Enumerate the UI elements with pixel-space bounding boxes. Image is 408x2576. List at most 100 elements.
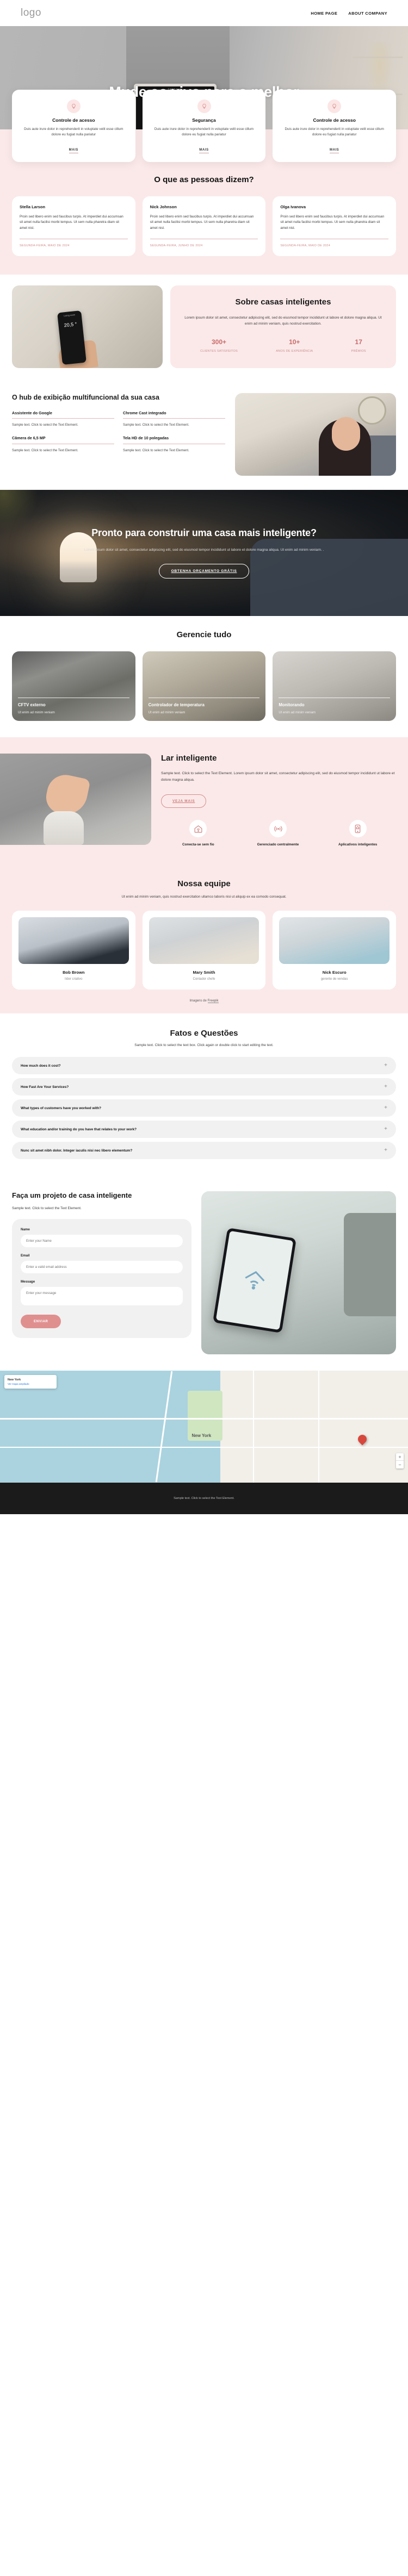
nav-item-about-company[interactable]: ABOUT COMPANY [348, 11, 387, 16]
faq-item[interactable]: What education and/or training do you ha… [12, 1121, 396, 1138]
faq-item[interactable]: How Fast Are Your Services? + [12, 1078, 396, 1096]
feature-card[interactable]: Segurança Duis aute irure dolor in repre… [142, 90, 266, 162]
manage-card[interactable]: CFTV externo Ut enim ad minim veniam [12, 651, 135, 721]
avatar [149, 917, 259, 965]
feature-card-more-link[interactable]: MAIS [69, 148, 79, 153]
plus-icon[interactable]: + [384, 1105, 387, 1111]
testimonials-title: O que as pessoas dizem? [154, 175, 254, 184]
avatar [279, 917, 390, 965]
testimonial-text: Proin sed libero enim sed faucibus turpi… [280, 214, 385, 231]
manage-card[interactable]: Monitorando Ut enim ad minim veniam [273, 651, 397, 721]
phone-home-icon [349, 820, 367, 838]
email-field-group: Email [21, 1254, 183, 1273]
cta-text: Lorem ipsum dolor sit amet, consectetur … [84, 547, 324, 552]
map-city-label: New York [191, 1433, 212, 1439]
hub-feature-text: Sample text. Click to select the Text El… [123, 423, 189, 427]
map-info-panel[interactable]: New York Ver mapa ampliado [4, 1375, 57, 1389]
name-input[interactable] [21, 1234, 183, 1247]
hub-feature-text: Sample text. Click to select the Text El… [123, 448, 189, 452]
name-field-label: Name [21, 1227, 30, 1231]
feature-card-text: Duis aute irure dolor in reprehenderit i… [24, 127, 123, 137]
about-text: Lorem ipsum dolor sit amet, consectetur … [184, 315, 382, 326]
team-member-list: Bob Brown líder criativo Mary Smith Cont… [0, 911, 408, 990]
hub-feature-title: Câmera de 6,5 MP [12, 435, 46, 441]
lightbulb-icon [66, 99, 81, 113]
manage-card-text: Ut enim ad minim veniam [148, 711, 186, 714]
cta-fern-decoration [0, 489, 38, 533]
hub-face-decoration [332, 416, 360, 451]
map-section[interactable]: New York New York Ver mapa ampliado + − [0, 1371, 408, 1483]
landing-page: logo HOME PAGE ABOUT COMPANY Living room… [0, 0, 408, 1515]
map-panel-title: New York [8, 1378, 21, 1382]
smart-home-icon-item: Gerenciado centralmente [241, 820, 316, 847]
manage-card-list: CFTV externo Ut enim ad minim veniam Con… [0, 651, 408, 721]
faq-item[interactable]: How much does it cost? + [12, 1057, 396, 1075]
about-text-card: Sobre casas inteligentes Lorem ipsum dol… [170, 285, 396, 368]
nav-item-home-page[interactable]: HOME PAGE [311, 11, 337, 16]
hub-mirror-decoration [358, 396, 386, 425]
image-credit: Imagens de Freepik [0, 990, 408, 1004]
hub-feature-text: Sample text. Click to select the Text El… [12, 423, 78, 427]
manage-section: Gerencie tudo CFTV externo Ut enim ad mi… [0, 615, 408, 737]
faq-item[interactable]: Nunc sit amet nibh dolor. Integer iaculi… [12, 1142, 396, 1160]
manage-card-title: Monitorando [279, 702, 305, 708]
features-section: Controle de acesso Duis aute irure dolor… [0, 90, 408, 172]
team-section: Nossa equipe Ut enim ad minim veniam, qu… [0, 864, 408, 1014]
plus-icon[interactable]: + [384, 1063, 387, 1068]
team-member-role: gerente de vendas [320, 978, 348, 981]
email-input[interactable] [21, 1260, 183, 1273]
contact-photo [201, 1191, 396, 1355]
site-header: logo HOME PAGE ABOUT COMPANY [0, 0, 408, 26]
map-panel-link[interactable]: Ver mapa ampliado [8, 1383, 53, 1385]
testimonial-card: Nick Johnson Proin sed libero enim sed f… [142, 196, 266, 256]
footer-text: Sample text. Click to select the Text El… [174, 1497, 234, 1501]
feature-card-title: Segurança [192, 117, 216, 123]
smart-home-icon-label: Aplicativos inteligentes [338, 843, 378, 847]
hub-feature-title: Assistente do Google [12, 410, 52, 416]
map-zoom-controls[interactable]: + − [396, 1453, 404, 1469]
feature-card-text: Duis aute irure dolor in reprehenderit i… [285, 127, 384, 137]
about-phone-room-label: Living room [64, 313, 76, 318]
message-input[interactable] [21, 1286, 183, 1305]
about-title: Sobre casas inteligentes [235, 297, 331, 307]
map-zoom-in-button[interactable]: + [396, 1453, 404, 1461]
faq-item[interactable]: What types of customers have you worked … [12, 1099, 396, 1117]
faq-question: Nunc sit amet nibh dolor. Integer iaculi… [21, 1148, 133, 1153]
feature-card[interactable]: Controle de acesso Duis aute irure dolor… [273, 90, 397, 162]
plus-icon[interactable]: + [384, 1084, 387, 1090]
map-road [253, 1371, 254, 1483]
contact-form: Name Email Message ENVIAR [12, 1218, 191, 1338]
feature-card-more-link[interactable]: MAIS [199, 148, 209, 153]
testimonial-card: Stella Larson Proin sed libero enim sed … [12, 196, 135, 256]
team-title: Nossa equipe [177, 879, 231, 888]
plus-icon[interactable]: + [384, 1127, 387, 1132]
cta-quote-button[interactable]: OBTENHA ORÇAMENTO GRÁTIS [158, 563, 250, 578]
faq-title: Fatos e Questões [170, 1029, 238, 1038]
contact-title: Faça um projeto de casa inteligente [12, 1191, 132, 1200]
stat-item: 10+ ANOS DE EXPERIÊNCIA [276, 338, 313, 353]
hub-feature-item: Assistente do Google Sample text. Click … [12, 410, 114, 428]
testimonial-date: SEGUNDA-FEIRA, JUNHO DE 2024 [150, 244, 203, 247]
smart-home-more-button[interactable]: VEJA MAIS [161, 794, 207, 808]
message-field-group: Message [21, 1280, 183, 1308]
feature-card-more-link[interactable]: MAIS [329, 148, 339, 153]
contact-tablet-screen [215, 1230, 294, 1330]
contact-form-column: Faça um projeto de casa inteligente Samp… [12, 1191, 191, 1354]
stat-number: 17 [355, 338, 362, 346]
team-member-name: Nick Escuro [322, 970, 347, 975]
feature-card[interactable]: Controle de acesso Duis aute irure dolor… [12, 90, 135, 162]
hub-photo [235, 393, 396, 476]
smart-home-icon-label: Conecta-se sem fio [182, 843, 214, 847]
plus-icon[interactable]: + [384, 1148, 387, 1153]
name-field-group: Name [21, 1228, 183, 1247]
smart-home-text: Sample text. Click to select the Text El… [161, 771, 395, 782]
site-logo[interactable]: logo [21, 7, 41, 19]
submit-button[interactable]: ENVIAR [21, 1314, 61, 1328]
house-wifi-icon [245, 1271, 265, 1290]
stat-item: 17 PRÊMIOS [351, 338, 366, 353]
map-zoom-out-button[interactable]: − [396, 1461, 404, 1469]
feature-card-title: Controle de acesso [313, 117, 356, 123]
manage-card-title: CFTV externo [18, 702, 46, 708]
image-credit-link[interactable]: Freepik [207, 999, 219, 1004]
manage-card[interactable]: Controlador de temperatura Ut enim ad mi… [142, 651, 266, 721]
